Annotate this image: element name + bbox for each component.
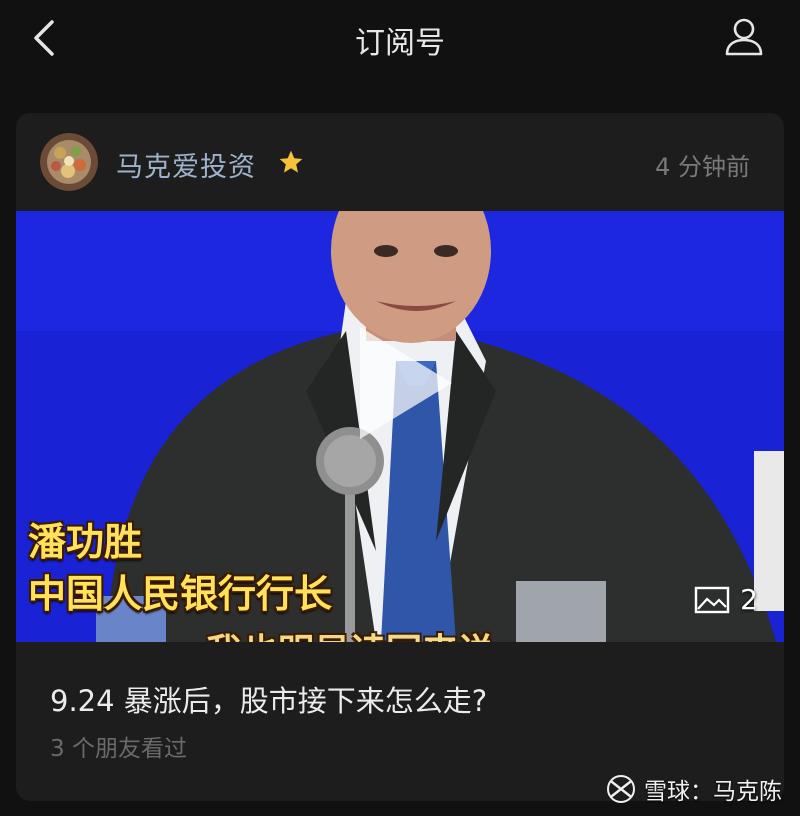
friends-seen-count: 3 个朋友看过 <box>50 736 187 762</box>
video-caption-subtitle: 我也明显读回来说 <box>206 623 494 642</box>
avatar[interactable] <box>40 133 98 191</box>
star-icon <box>279 150 303 173</box>
gallery-icon <box>694 586 730 613</box>
video-caption-name: 潘功胜 <box>28 519 143 564</box>
play-icon[interactable] <box>348 323 458 443</box>
image-count-badge: 2 <box>694 583 758 616</box>
post-video-thumbnail[interactable]: 潘功胜 中国人民银行行长 我也明显读回来说 2 <box>16 211 784 642</box>
watermark: 雪球：马克陈 <box>604 772 782 806</box>
author-name[interactable]: 马克爱投资 <box>116 145 256 184</box>
post-header: 马克爱投资 4 分钟前 <box>16 113 784 211</box>
user-icon[interactable] <box>722 14 766 58</box>
watermark-text: 雪球：马克陈 <box>644 779 782 805</box>
snowball-logo <box>607 775 635 803</box>
page-title: 订阅号 <box>355 26 445 61</box>
video-caption-title: 中国人民银行行长 <box>28 571 333 616</box>
post-title[interactable]: 9.24 暴涨后，股市接下来怎么走? <box>50 678 487 720</box>
chevron-left-icon[interactable] <box>28 18 64 58</box>
post-card[interactable]: 马克爱投资 4 分钟前 潘功胜 中国人民银行行长 2 9.24 暴涨后，股市接下… <box>16 113 784 801</box>
image-count: 2 <box>740 583 758 616</box>
top-bar: 订阅号 <box>0 0 800 76</box>
post-time: 4 分钟前 <box>655 153 750 181</box>
